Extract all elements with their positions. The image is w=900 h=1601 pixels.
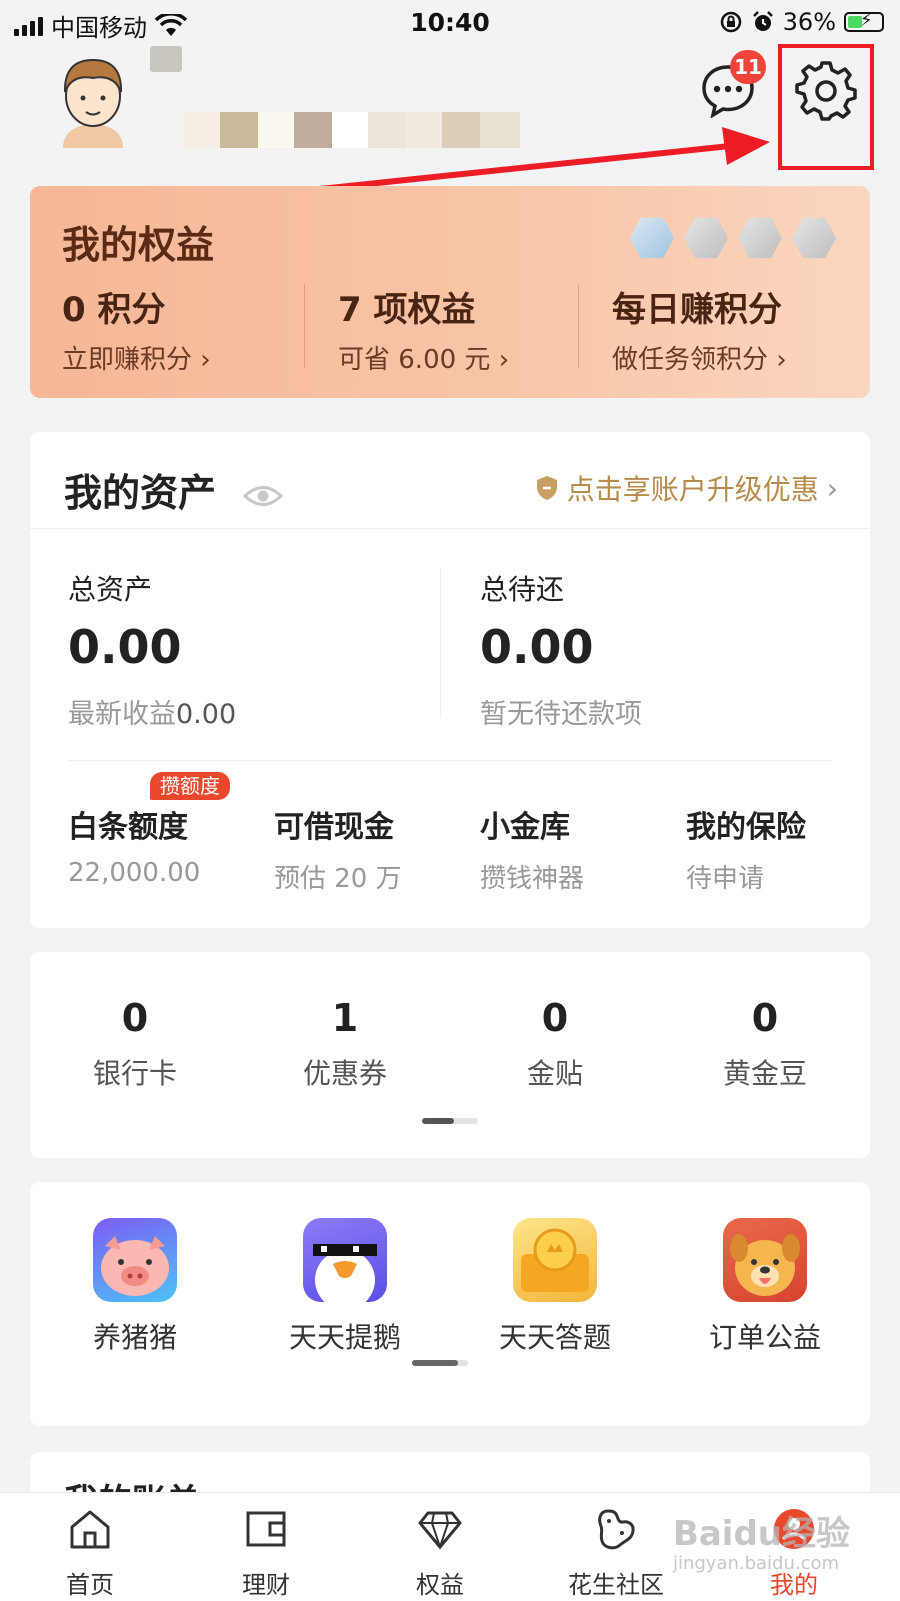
status-right: 36% ⚡ bbox=[719, 8, 884, 36]
benefits-title: 我的权益 bbox=[62, 223, 215, 267]
assets-card: 我的资产 点击享账户升级优惠 › 总资产 0.00 最新收益0.00 总待还 0… bbox=[30, 432, 870, 928]
rotation-lock-icon bbox=[720, 11, 741, 33]
count-jintie[interactable]: 0 金贴 bbox=[450, 996, 660, 1092]
pig-icon bbox=[93, 1218, 177, 1302]
benefit-daily[interactable]: 每日赚积分 做任务领积分 › bbox=[612, 282, 787, 375]
benefit-badges[interactable] bbox=[630, 216, 836, 260]
diamond-icon bbox=[418, 1511, 462, 1551]
battery-icon: ⚡ bbox=[844, 10, 884, 32]
username-blurred bbox=[150, 46, 182, 72]
benefit-items-value: 7 项权益 bbox=[338, 290, 476, 330]
settings-highlight-box bbox=[778, 44, 874, 170]
total-assets-label: 总资产 bbox=[68, 573, 153, 606]
tab-finance[interactable]: 理财 bbox=[176, 1505, 356, 1600]
game-quiz[interactable]: 天天答题 bbox=[450, 1218, 660, 1356]
baitiao-quota[interactable]: 白条额度 22,000.00 bbox=[68, 802, 200, 888]
divider bbox=[68, 760, 832, 761]
benefits-card[interactable]: 我的权益 0 积分 立即赚积分 › 7 项权益 可省 6.00 元 › 每日赚积… bbox=[30, 186, 870, 398]
count-coupon[interactable]: 1 优惠券 bbox=[240, 996, 450, 1092]
total-repay-value: 0.00 bbox=[480, 620, 594, 674]
home-icon bbox=[70, 1510, 110, 1549]
benefit-points[interactable]: 0 积分 立即赚积分 › bbox=[62, 282, 211, 375]
page-indicator bbox=[412, 1360, 468, 1366]
divider bbox=[578, 284, 579, 368]
benefit-points-value: 0 积分 bbox=[62, 290, 166, 330]
status-bar: 中国移动 10:40 36% ⚡ bbox=[0, 0, 900, 46]
user-avatar[interactable] bbox=[58, 52, 128, 148]
shield-icon bbox=[536, 476, 557, 500]
benefit-items[interactable]: 7 项权益 可省 6.00 元 › bbox=[338, 282, 509, 375]
games-card: 养猪猪 天天提鹅 天天答题 订单公益 bbox=[30, 1182, 870, 1426]
small-vault[interactable]: 小金库 攒钱神器 bbox=[480, 802, 584, 895]
game-goose[interactable]: 天天提鹅 bbox=[240, 1218, 450, 1356]
assets-title: 我的资产 bbox=[64, 462, 284, 517]
battery-label: 36% bbox=[782, 8, 836, 36]
counts-card: 0 银行卡 1 优惠券 0 金贴 0 黄金豆 bbox=[30, 952, 870, 1158]
latest-earnings: 最新收益0.00 bbox=[68, 699, 237, 730]
my-insurance[interactable]: 我的保险 待申请 bbox=[686, 802, 806, 895]
badge-hex-icon bbox=[738, 217, 782, 259]
chevron-right-icon: › bbox=[826, 471, 838, 505]
chevron-right-icon: › bbox=[498, 345, 510, 375]
game-pig[interactable]: 养猪猪 bbox=[30, 1218, 240, 1356]
upgrade-promo-link[interactable]: 点击享账户升级优惠 › bbox=[535, 468, 838, 508]
user-info-blurred bbox=[184, 112, 520, 148]
watermark: Baidu经验 jingyan.baidu.com bbox=[672, 1514, 850, 1574]
goose-icon bbox=[303, 1218, 387, 1302]
peanut-icon bbox=[598, 1509, 635, 1550]
repay-status: 暂无待还款项 bbox=[480, 699, 642, 730]
quota-tag: 攒额度 bbox=[150, 770, 230, 800]
benefit-daily-link: 做任务领积分 › bbox=[612, 345, 787, 375]
chevron-right-icon: › bbox=[776, 345, 787, 375]
chevron-right-icon: › bbox=[200, 345, 211, 375]
count-gold-bean[interactable]: 0 黄金豆 bbox=[660, 996, 870, 1092]
badge-hex-icon bbox=[630, 217, 674, 259]
dog-icon bbox=[723, 1218, 807, 1302]
divider bbox=[30, 528, 870, 529]
total-assets[interactable]: 总资产 0.00 最新收益0.00 bbox=[68, 568, 236, 731]
page-indicator bbox=[422, 1118, 478, 1124]
tab-home[interactable]: 首页 bbox=[0, 1505, 180, 1600]
tab-benefits[interactable]: 权益 bbox=[350, 1505, 530, 1600]
message-badge: 11 bbox=[730, 50, 766, 84]
badge-hex-icon bbox=[684, 217, 728, 259]
total-repay[interactable]: 总待还 0.00 暂无待还款项 bbox=[480, 568, 642, 731]
benefit-points-link: 立即赚积分 › bbox=[62, 345, 211, 375]
total-repay-label: 总待还 bbox=[480, 573, 565, 606]
benefit-daily-title: 每日赚积分 bbox=[612, 290, 782, 330]
game-charity[interactable]: 订单公益 bbox=[660, 1218, 870, 1356]
divider bbox=[440, 568, 441, 718]
borrow-cash[interactable]: 可借现金 预估 20 万 bbox=[274, 802, 402, 895]
total-assets-value: 0.00 bbox=[68, 620, 182, 674]
wallet-icon bbox=[246, 1511, 286, 1547]
badge-hex-icon bbox=[792, 217, 836, 259]
alarm-icon bbox=[752, 11, 773, 31]
count-bank-card[interactable]: 0 银行卡 bbox=[30, 996, 240, 1092]
quiz-coin-icon bbox=[513, 1218, 597, 1302]
benefit-items-link: 可省 6.00 元 › bbox=[338, 345, 510, 375]
eye-icon[interactable] bbox=[243, 483, 284, 509]
divider bbox=[304, 284, 305, 368]
